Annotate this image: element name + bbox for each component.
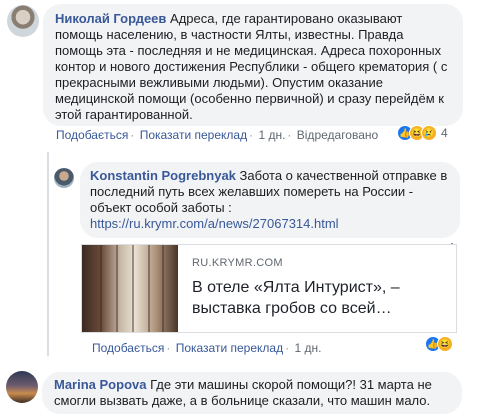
reply-actions: Подобається · Показати переклад · 1 дн. [92,341,322,355]
comment-text-line: контор и нового достижения Республики - … [55,59,448,74]
reply-text-line: объект особой заботы : [90,200,232,215]
comment-bubble: Marina Popova Где эти машины скорой помо… [42,372,462,414]
comment-bubble: Николай Гордеев Адреса, где гарантирован… [43,4,463,126]
link-preview-card[interactable]: RU.KRYMR.COM В отеле «Ялта Интурист», – … [81,244,457,333]
reply-text-line: последний путь всех желавших помереть на… [90,184,414,199]
comment-author[interactable]: Николай Гордеев [55,11,166,26]
reply-author[interactable]: Konstantin Pogrebnyak [90,168,236,183]
avatar[interactable] [6,371,38,403]
comment-text-line: Николай Гордеев Адреса, где гарантирован… [55,11,403,26]
comment-actions: Подобається · Показати переклад · 1 дн. · В… [56,128,379,142]
edited-label[interactable]: Відредаговано [297,128,378,142]
thread-line [47,152,49,356]
reaction-summary[interactable]: 👍 😆 [425,336,453,352]
like-action[interactable]: Подобається [56,128,128,142]
comment-text-line: Marina Popova Где эти машины скорой помо… [54,377,432,392]
translate-action[interactable]: Показати переклад [140,128,247,142]
haha-icon: 😆 [437,336,453,352]
timestamp[interactable]: 1 дн. [258,128,285,142]
reaction-count: 4 [441,126,448,140]
comment-text-line: этой гарантированной. [55,107,193,122]
comment-author[interactable]: Marina Popova [54,377,146,392]
link-preview-title: В отеле «Ялта Интурист», – выставка гроб… [192,279,400,317]
comment-text-line: смогли вызвать даже, а в больнице сказал… [54,393,431,408]
link-preview-thumbnail [82,245,178,332]
comment-text-line: помощь населению, в частности Ялты, изве… [55,27,404,42]
timestamp[interactable]: 1 дн. [294,341,321,355]
comment-text-line: прекрасными вежливыми людьми). Опустим о… [55,75,384,90]
translate-action[interactable]: Показати переклад [176,341,283,355]
avatar[interactable] [7,5,39,37]
sad-icon: 😢 [421,125,437,141]
comment-text-line: помощь эта - последняя и не медицинская.… [55,43,442,58]
reply-link[interactable]: https://ru.krymr.com/a/news/27067314.htm… [90,216,450,232]
reply-text-line: Konstantin Pogrebnyak Забота о качествен… [90,168,448,183]
like-action[interactable]: Подобається [92,341,164,355]
reply-bubble: Konstantin Pogrebnyak Забота о качествен… [80,162,460,238]
reaction-summary[interactable]: 👍 😆 😢 4 [397,125,448,141]
avatar[interactable] [54,168,74,188]
link-preview-domain: RU.KRYMR.COM [192,257,283,269]
comment-text-line: медицинской помощи (особенно первичной) … [55,91,444,106]
